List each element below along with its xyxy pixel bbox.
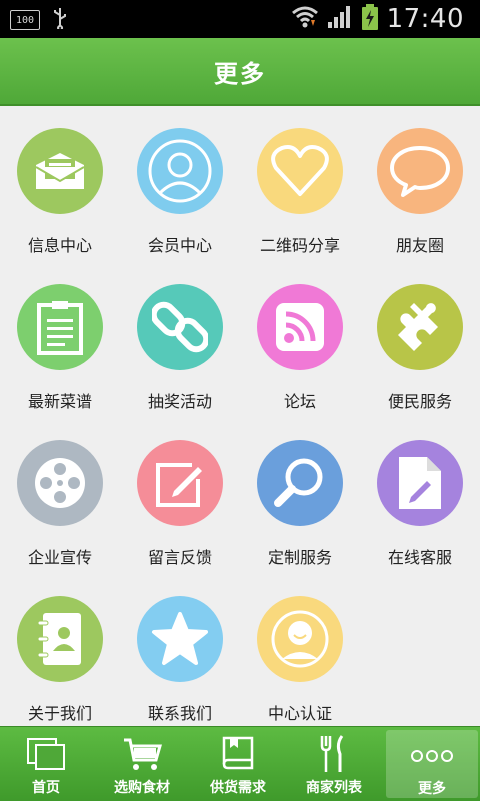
battery-percent-icon: 100 [10,10,40,30]
grid-item-label: 定制服务 [267,548,332,567]
grid-item-member-center[interactable]: 会员中心 [120,106,240,262]
user-silhouette-icon [137,128,223,214]
grid-item-latest-recipes[interactable]: 最新菜谱 [0,262,120,418]
grid-item-about-us[interactable]: 关于我们 [0,574,120,730]
grid-item-label: 抽奖活动 [147,392,212,411]
envelope-icon [17,128,103,214]
wifi-icon [291,4,319,34]
status-bar: 100 17:40 [0,0,480,38]
grid-item-convenience[interactable]: 便民服务 [360,262,480,418]
grid-item-label: 朋友圈 [395,236,444,255]
grid-item-forum[interactable]: 论坛 [240,262,360,418]
grid-item-label: 论坛 [283,392,316,411]
grid-item-label: 企业宣传 [27,548,92,567]
grid-item-qr-share[interactable]: 二维码分享 [240,106,360,262]
grid-item-company-promo[interactable]: 企业宣传 [0,418,120,574]
bottom-nav: 首页 选购食材 供货需求 商家列表 更多 [0,726,480,801]
grid-item-lottery[interactable]: 抽奖活动 [120,262,240,418]
grid-item-online-support[interactable]: 在线客服 [360,418,480,574]
grid-item-info-center[interactable]: 信息中心 [0,106,120,262]
windows-icon [26,733,66,775]
status-time: 17:40 [386,4,464,34]
nav-item-shop-ingredients[interactable]: 选购食材 [96,727,188,801]
document-pen-icon [377,440,463,526]
more-dots-icon [410,736,454,776]
battery-charging-icon [361,3,379,35]
nav-item-home[interactable]: 首页 [0,727,92,801]
nav-item-supply-demand[interactable]: 供货需求 [192,727,284,801]
grid-item-label: 关于我们 [27,704,92,723]
grid-item-label: 在线客服 [387,548,452,567]
clipboard-icon [17,284,103,370]
grid-item-label: 最新菜谱 [27,392,92,411]
nav-item-more[interactable]: 更多 [386,730,478,798]
star-icon [137,596,223,682]
nav-item-merchant-list[interactable]: 商家列表 [288,727,380,801]
grid-item-center-cert[interactable]: 中心认证 [240,574,360,730]
grid-item-moments[interactable]: 朋友圈 [360,106,480,262]
chain-link-icon [137,284,223,370]
nav-label: 选购食材 [114,780,170,796]
grid-item-label: 留言反馈 [147,548,212,567]
edit-note-icon [137,440,223,526]
grid-item-label: 中心认证 [267,704,332,723]
grid-item-label: 会员中心 [147,236,212,255]
book-icon [218,733,258,775]
grid-item-custom-service[interactable]: 定制服务 [240,418,360,574]
contact-book-icon [17,596,103,682]
nav-label: 更多 [418,781,446,797]
grid-item-label: 信息中心 [27,236,92,255]
nav-label: 商家列表 [306,780,362,796]
rss-icon [257,284,343,370]
page-title: 更多 [214,59,266,88]
heart-icon [257,128,343,214]
nav-label: 首页 [32,780,60,796]
battery-percent-text: 100 [15,14,35,26]
cart-icon [122,733,162,775]
film-reel-icon [17,440,103,526]
magnifier-icon [257,440,343,526]
grid-item-label: 便民服务 [387,392,452,411]
grid-item-label: 二维码分享 [259,236,340,255]
puzzle-icon [377,284,463,370]
grid-item-label: 联系我们 [147,704,212,723]
speech-bubble-icon [377,128,463,214]
person-smile-icon [257,596,343,682]
usb-icon [52,7,68,33]
signal-icon [327,5,353,33]
fork-knife-icon [316,733,352,775]
grid-item-contact-us[interactable]: 联系我们 [120,574,240,730]
app-header: 更多 [0,38,480,106]
grid-item-feedback[interactable]: 留言反馈 [120,418,240,574]
nav-label: 供货需求 [210,780,266,796]
